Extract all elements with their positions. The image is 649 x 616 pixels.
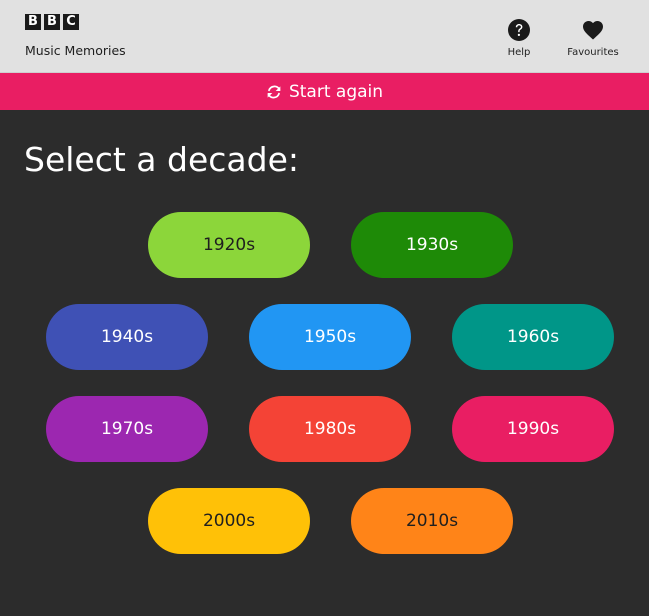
decade-button-1990s[interactable]: 1990s bbox=[452, 396, 614, 462]
decade-button-1930s[interactable]: 1930s bbox=[351, 212, 513, 278]
question-circle-icon bbox=[508, 19, 530, 41]
bbc-logo-letter: C bbox=[63, 14, 79, 30]
refresh-icon bbox=[267, 85, 281, 98]
bbc-logo-letter: B bbox=[44, 14, 60, 30]
bbc-logo[interactable]: B B C bbox=[25, 14, 79, 30]
help-label: Help bbox=[507, 47, 531, 58]
start-again-button[interactable]: Start again bbox=[0, 73, 649, 110]
decade-button-1920s[interactable]: 1920s bbox=[148, 212, 310, 278]
page-title: Select a decade: bbox=[24, 140, 299, 179]
favourites-label: Favourites bbox=[567, 47, 619, 58]
decade-button-1980s[interactable]: 1980s bbox=[249, 396, 411, 462]
header: B B C Music Memories Help Favourites bbox=[0, 0, 649, 73]
decade-button-1960s[interactable]: 1960s bbox=[452, 304, 614, 370]
favourites-button[interactable]: Favourites bbox=[562, 18, 624, 58]
start-again-label: Start again bbox=[288, 81, 384, 102]
decade-button-2000s[interactable]: 2000s bbox=[148, 488, 310, 554]
bbc-logo-letter: B bbox=[25, 14, 41, 30]
help-button[interactable]: Help bbox=[500, 18, 538, 58]
decade-button-1970s[interactable]: 1970s bbox=[46, 396, 208, 462]
decade-button-2010s[interactable]: 2010s bbox=[351, 488, 513, 554]
decade-button-1940s[interactable]: 1940s bbox=[46, 304, 208, 370]
app-title: Music Memories bbox=[25, 43, 126, 58]
decade-button-1950s[interactable]: 1950s bbox=[249, 304, 411, 370]
heart-icon bbox=[583, 21, 603, 40]
